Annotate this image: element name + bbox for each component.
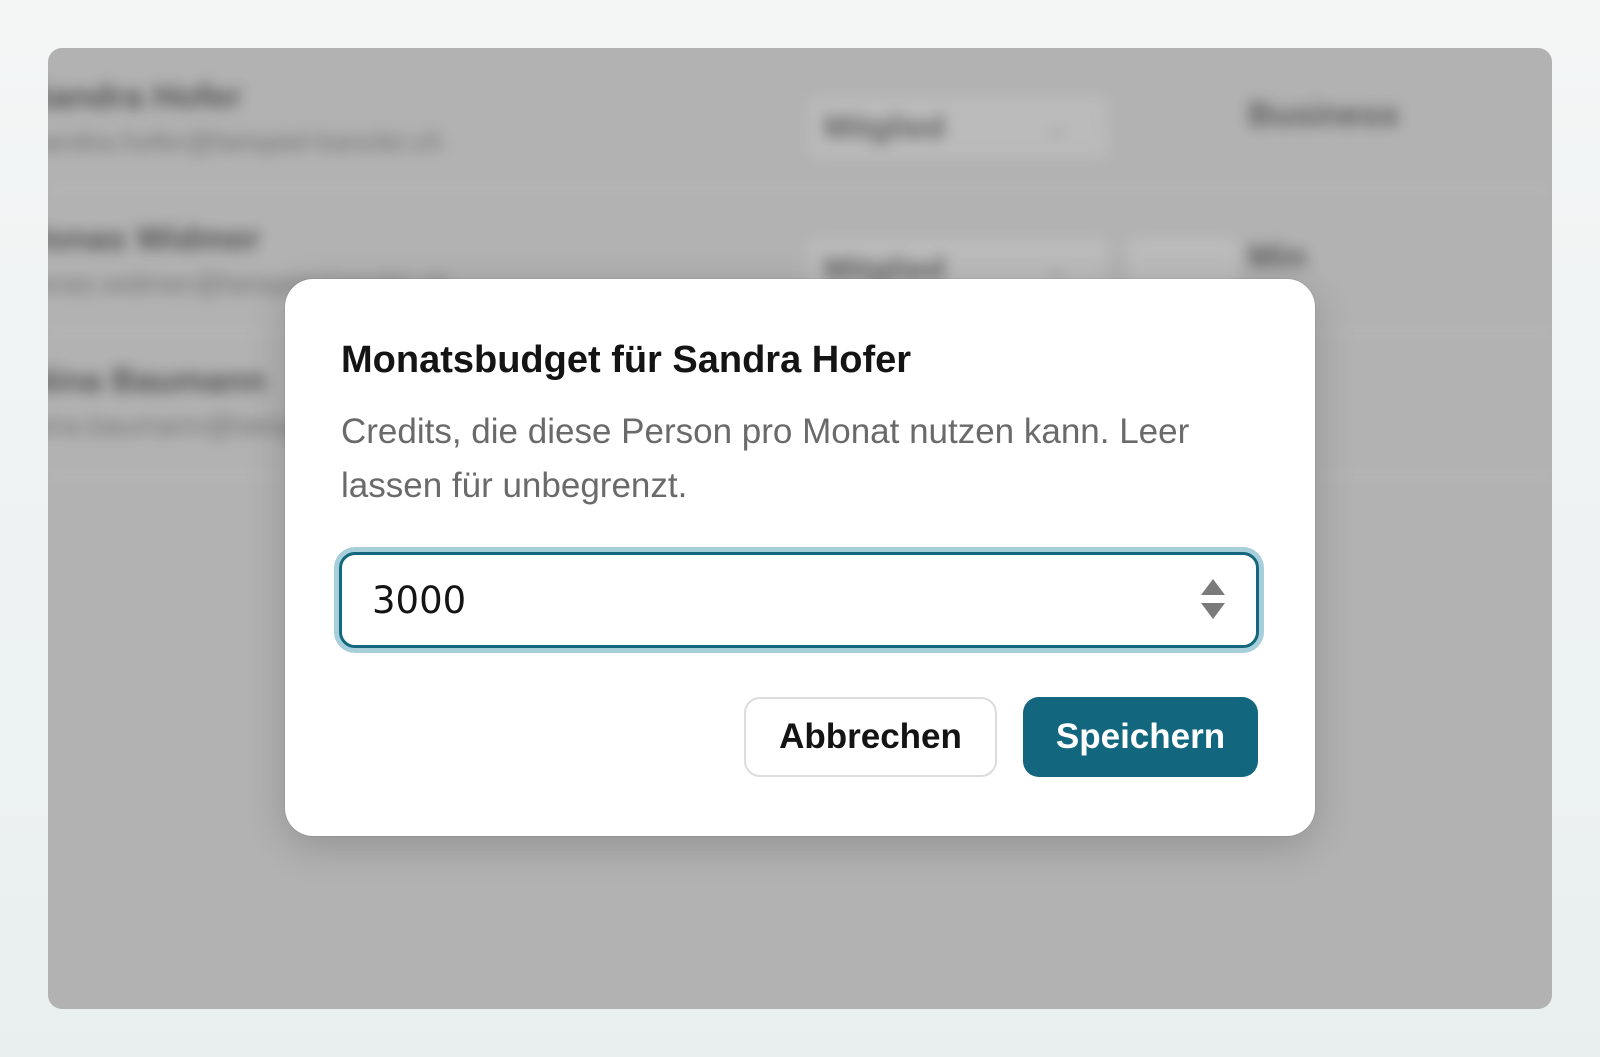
budget-dialog: Monatsbudget für Sandra Hofer Credits, d… [285,279,1315,836]
stepper-up-icon[interactable] [1201,579,1225,595]
stepper-down-icon[interactable] [1201,603,1225,619]
role-label: Mitglied [824,109,945,145]
member-name: Sandra Hofer [48,78,242,116]
cancel-button[interactable]: Abbrechen [744,697,997,777]
member-email: sandra.hofer@beispiel-kanzlei.ch [48,126,443,157]
plan-label: Business [1248,96,1400,134]
chevron-down-icon: ⌄ [1046,112,1068,142]
member-name: Jonas Widmer [48,220,261,258]
dialog-description: Credits, die diese Person pro Monat nutz… [341,412,1190,505]
budget-field[interactable] [339,552,1259,648]
dialog-title: Monatsbudget für Sandra Hofer [341,339,912,381]
number-stepper-icon[interactable] [1198,577,1228,623]
table-row: Sandra Hofer sandra.hofer@beispiel-kanzl… [48,48,1552,192]
member-name: Nina Baumann [48,362,267,400]
save-button[interactable]: Speichern [1023,697,1258,777]
plan-label: Min [1248,238,1307,276]
budget-input[interactable] [372,555,1152,645]
role-select: Mitglied ⌄ [808,96,1108,158]
